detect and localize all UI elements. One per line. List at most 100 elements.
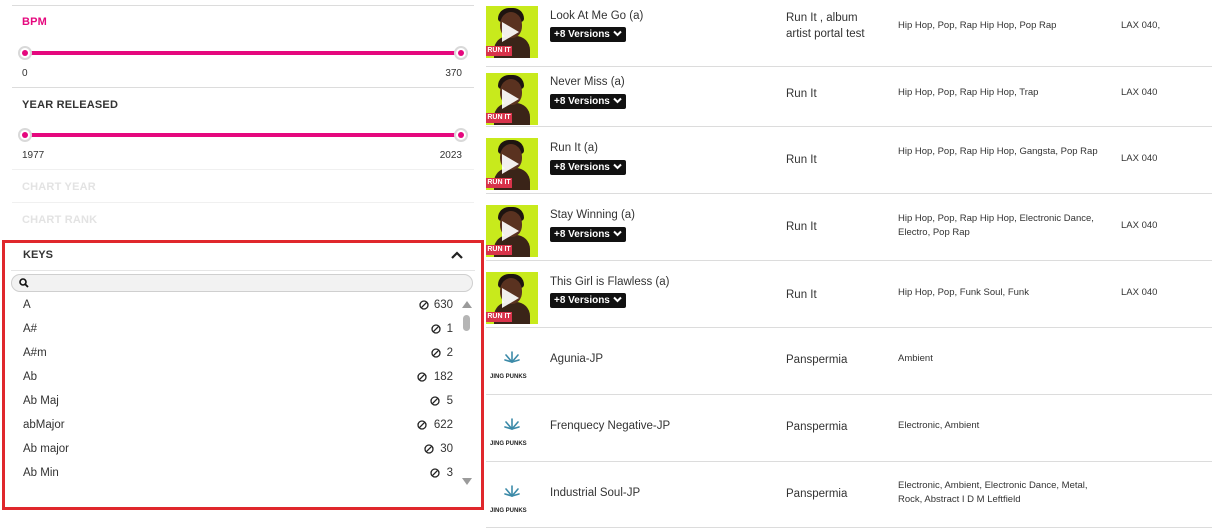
track-row[interactable]: RUN IT Look At Me Go (a) +8 Versions Run… <box>486 0 1212 67</box>
chart-rank-title[interactable]: CHART RANK <box>22 214 97 226</box>
logo-text: JING PUNKS <box>490 508 527 514</box>
play-icon[interactable] <box>502 22 519 42</box>
year-range-slider[interactable] <box>18 128 468 142</box>
track-row[interactable]: RUN IT Stay Winning (a) +8 Versions Run … <box>486 194 1212 261</box>
track-title[interactable]: Run It (a) <box>550 142 598 154</box>
track-artist[interactable]: Run It <box>786 219 882 235</box>
track-genres: Electronic, Ambient, Electronic Dance, M… <box>898 480 1088 505</box>
key-item[interactable]: Ab Maj 5 <box>23 395 453 413</box>
track-label: LAX 040 <box>1121 87 1158 98</box>
key-label: Ab Min <box>23 467 59 479</box>
keys-scrollbar[interactable] <box>461 301 473 485</box>
bpm-range-slider[interactable] <box>18 46 468 60</box>
bpm-filter-title[interactable]: BPM <box>22 16 47 28</box>
versions-dropdown[interactable]: +8 Versions <box>550 293 626 308</box>
track-artist[interactable]: Panspermia <box>786 486 882 502</box>
album-art[interactable]: RUN IT <box>486 205 538 257</box>
key-label: A <box>23 299 31 311</box>
album-art[interactable]: JING PUNKS <box>486 470 538 522</box>
chevron-down-icon <box>613 296 622 303</box>
play-icon[interactable] <box>502 288 519 308</box>
track-artist[interactable]: Run It <box>786 152 882 168</box>
scroll-up-icon[interactable] <box>462 301 472 308</box>
versions-dropdown[interactable]: +8 Versions <box>550 227 626 242</box>
scroll-down-icon[interactable] <box>462 478 472 485</box>
track-artist[interactable]: Run It <box>786 287 882 303</box>
chart-year-filter[interactable]: CHART YEAR <box>12 169 474 203</box>
versions-dropdown[interactable]: +8 Versions <box>550 160 626 175</box>
key-label: Ab Maj <box>23 395 59 407</box>
scroll-thumb[interactable] <box>463 315 470 331</box>
exclude-icon[interactable] <box>431 324 441 334</box>
year-slider-track[interactable] <box>26 133 460 137</box>
key-count: 30 <box>440 443 453 455</box>
year-max-handle[interactable] <box>454 128 468 142</box>
key-item[interactable]: Ab major 30 <box>23 443 453 461</box>
chart-rank-filter[interactable]: CHART RANK <box>12 202 474 236</box>
year-min-value: 1977 <box>22 150 45 161</box>
keys-filter-title[interactable]: KEYS <box>23 249 53 261</box>
key-item[interactable]: A 630 <box>23 299 453 317</box>
track-title[interactable]: Look At Me Go (a) <box>550 10 643 22</box>
logo-text: JING PUNKS <box>490 374 527 380</box>
chart-year-title[interactable]: CHART YEAR <box>22 181 96 193</box>
track-row[interactable]: JING PUNKS Frenquecy Negative-JP Pansper… <box>486 395 1212 462</box>
chevron-down-icon <box>613 97 622 104</box>
versions-label: +8 Versions <box>554 96 610 107</box>
track-title[interactable]: Industrial Soul-JP <box>550 487 640 499</box>
track-row[interactable]: JING PUNKS Industrial Soul-JP Panspermia… <box>486 462 1212 528</box>
track-artist[interactable]: Run It <box>786 86 882 102</box>
key-item[interactable]: Ab 182 <box>23 371 453 389</box>
year-min-handle[interactable] <box>18 128 32 142</box>
album-art[interactable]: RUN IT <box>486 138 538 190</box>
track-title[interactable]: Never Miss (a) <box>550 76 625 88</box>
exclude-icon[interactable] <box>417 420 427 430</box>
track-title[interactable]: Frenquecy Negative-JP <box>550 420 670 432</box>
track-row[interactable]: RUN IT This Girl is Flawless (a) +8 Vers… <box>486 261 1212 328</box>
album-art[interactable]: RUN IT <box>486 272 538 324</box>
album-art[interactable]: JING PUNKS <box>486 403 538 455</box>
play-icon[interactable] <box>502 89 519 109</box>
track-artist[interactable]: Panspermia <box>786 419 882 435</box>
exclude-icon[interactable] <box>417 372 427 382</box>
chevron-up-icon[interactable] <box>451 251 463 259</box>
versions-dropdown[interactable]: +8 Versions <box>550 94 626 109</box>
album-art[interactable]: RUN IT <box>486 6 538 58</box>
track-artist[interactable]: Run It , album artist portal test <box>786 10 882 42</box>
play-icon[interactable] <box>502 154 519 174</box>
track-row[interactable]: JING PUNKS Agunia-JP Panspermia Ambient <box>486 328 1212 395</box>
exclude-icon[interactable] <box>424 444 434 454</box>
bpm-min-handle[interactable] <box>18 46 32 60</box>
bpm-max-handle[interactable] <box>454 46 468 60</box>
album-art[interactable]: JING PUNKS <box>486 336 538 388</box>
track-row[interactable]: RUN IT Never Miss (a) +8 Versions Run It… <box>486 67 1212 127</box>
track-title[interactable]: This Girl is Flawless (a) <box>550 276 669 288</box>
key-item[interactable]: A#m 2 <box>23 347 453 365</box>
chevron-down-icon <box>613 230 622 237</box>
key-item[interactable]: abMajor 622 <box>23 419 453 437</box>
year-released-title[interactable]: YEAR RELEASED <box>22 99 118 111</box>
keys-search-field[interactable] <box>11 274 473 292</box>
exclude-icon[interactable] <box>419 300 429 310</box>
bpm-filter: BPM 0 370 <box>12 5 474 88</box>
cover-stamp: RUN IT <box>486 245 512 255</box>
track-title[interactable]: Agunia-JP <box>550 353 603 365</box>
track-genres: Hip Hop, Pop, Funk Soul, Funk <box>898 287 1029 298</box>
keys-search-input[interactable] <box>34 276 458 292</box>
key-label: abMajor <box>23 419 65 431</box>
bpm-slider-track[interactable] <box>26 51 460 55</box>
key-item[interactable]: A# 1 <box>23 323 453 341</box>
track-row[interactable]: RUN IT Run It (a) +8 Versions Run It Hip… <box>486 127 1212 194</box>
track-title[interactable]: Stay Winning (a) <box>550 209 635 221</box>
album-art[interactable]: RUN IT <box>486 73 538 125</box>
track-artist[interactable]: Panspermia <box>786 352 882 368</box>
versions-dropdown[interactable]: +8 Versions <box>550 27 626 42</box>
exclude-icon[interactable] <box>431 348 441 358</box>
play-icon[interactable] <box>502 221 519 241</box>
versions-label: +8 Versions <box>554 295 610 306</box>
chevron-down-icon <box>613 30 622 37</box>
key-item[interactable]: Ab Min 3 <box>23 467 453 485</box>
versions-label: +8 Versions <box>554 29 610 40</box>
exclude-icon[interactable] <box>430 468 440 478</box>
exclude-icon[interactable] <box>430 396 440 406</box>
